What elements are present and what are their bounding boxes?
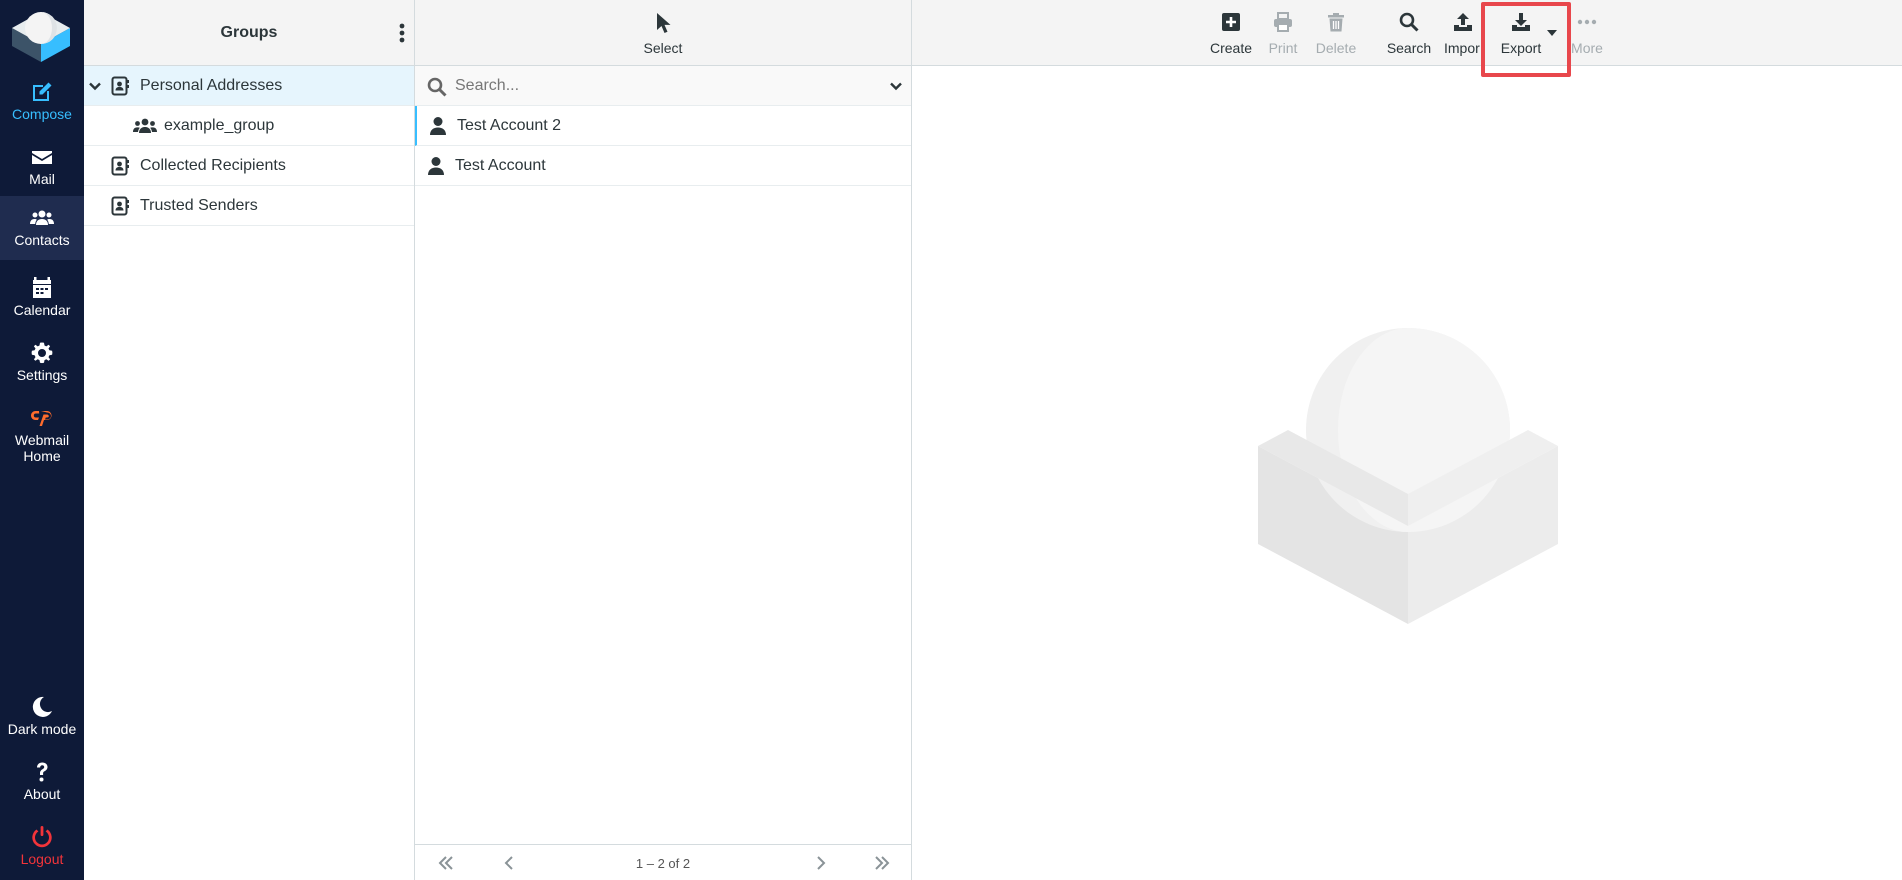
contacts-list-panel: Select Test Account 2 Test Account 1 – 2… (415, 0, 912, 880)
nav-webmail-home[interactable]: Webmail Home (0, 396, 84, 466)
page-count: 1 – 2 of 2 (635, 856, 691, 871)
question-icon (0, 760, 84, 786)
groups-header: Groups (84, 0, 414, 66)
nav-mail-label: Mail (29, 171, 55, 187)
delete-label: Delete (1315, 40, 1357, 56)
create-label: Create (1209, 40, 1253, 56)
contact-row[interactable]: Test Account 2 (415, 106, 911, 146)
contact-name: Test Account (455, 157, 546, 174)
contact-row[interactable]: Test Account (415, 146, 911, 186)
plus-square-icon (1222, 13, 1240, 31)
users-icon (133, 118, 157, 133)
groups-panel: Groups Personal Addresses example_group … (84, 0, 415, 880)
import-button[interactable]: Impor (1440, 0, 1486, 66)
last-page-icon[interactable] (873, 855, 891, 871)
address-book-icon (111, 156, 129, 176)
empty-watermark-image (1258, 328, 1558, 624)
moon-icon (0, 695, 84, 721)
nav-dark-mode-label: Dark mode (7, 721, 77, 737)
trash-icon (1328, 13, 1344, 32)
group-trusted-senders[interactable]: Trusted Senders (84, 186, 414, 226)
search-icon (1399, 12, 1419, 32)
address-book-icon (111, 76, 129, 96)
power-icon (0, 825, 84, 851)
main-navigation: Compose Mail Contacts Calendar Settings … (0, 0, 84, 880)
nav-calendar-label: Calendar (13, 302, 71, 318)
search-icon (427, 77, 447, 97)
group-label: example_group (164, 117, 275, 134)
list-header: Select (415, 0, 911, 66)
import-label: Impor (1444, 40, 1480, 56)
group-label: Personal Addresses (140, 77, 283, 94)
contact-name: Test Account 2 (457, 117, 562, 134)
group-label: Trusted Senders (140, 197, 258, 214)
search-input[interactable] (455, 72, 855, 100)
user-icon (428, 157, 444, 175)
nav-contacts-label: Contacts (14, 232, 70, 248)
calendar-icon (0, 276, 84, 302)
nav-about-label: About (23, 786, 61, 802)
export-highlight-box (1481, 2, 1571, 77)
group-example-group[interactable]: example_group (84, 106, 414, 146)
users-icon (0, 206, 84, 232)
group-personal-addresses[interactable]: Personal Addresses (84, 66, 414, 106)
nav-logout[interactable]: Logout (0, 815, 84, 879)
contact-content-panel (912, 0, 1902, 880)
nav-settings-label: Settings (16, 367, 68, 383)
print-label: Print (1268, 40, 1298, 56)
chevron-down-icon[interactable] (88, 79, 102, 93)
pointer-icon (657, 13, 671, 33)
nav-compose[interactable]: Compose (0, 70, 84, 134)
print-button[interactable]: Print (1262, 0, 1304, 66)
search-label: Search (1386, 40, 1432, 56)
groups-menu-icon[interactable] (398, 22, 406, 44)
nav-calendar[interactable]: Calendar (0, 266, 84, 330)
nav-logout-label: Logout (20, 851, 64, 867)
nav-settings[interactable]: Settings (0, 331, 84, 395)
nav-mail[interactable]: Mail (0, 135, 84, 199)
printer-icon (1274, 12, 1292, 32)
nav-about[interactable]: About (0, 750, 84, 814)
groups-title: Groups (220, 24, 278, 41)
search-button[interactable]: Search (1384, 0, 1434, 66)
contact-search (415, 66, 911, 106)
gear-icon (0, 341, 84, 367)
upload-icon (1454, 13, 1472, 31)
cpanel-icon (0, 406, 84, 432)
address-book-icon (111, 196, 129, 216)
group-label: Collected Recipients (140, 157, 286, 174)
select-button[interactable]: Select (415, 0, 911, 66)
create-button[interactable]: Create (1206, 0, 1256, 66)
envelope-icon (0, 145, 84, 171)
nav-compose-label: Compose (12, 106, 72, 122)
pagination: 1 – 2 of 2 (415, 844, 911, 880)
group-collected-recipients[interactable]: Collected Recipients (84, 146, 414, 186)
roundcube-logo[interactable] (10, 6, 72, 64)
nav-webmail-home-label: Webmail Home (14, 432, 70, 464)
compose-icon (0, 80, 84, 106)
nav-contacts[interactable]: Contacts (0, 196, 84, 260)
app-window: Compose Mail Contacts Calendar Settings … (0, 0, 1902, 880)
user-icon (430, 117, 446, 135)
next-page-icon[interactable] (811, 855, 829, 871)
delete-button[interactable]: Delete (1312, 0, 1360, 66)
nav-dark-mode[interactable]: Dark mode (0, 685, 84, 749)
ellipsis-icon (1577, 19, 1597, 25)
select-label: Select (643, 40, 683, 56)
chevron-down-icon[interactable] (889, 79, 903, 93)
